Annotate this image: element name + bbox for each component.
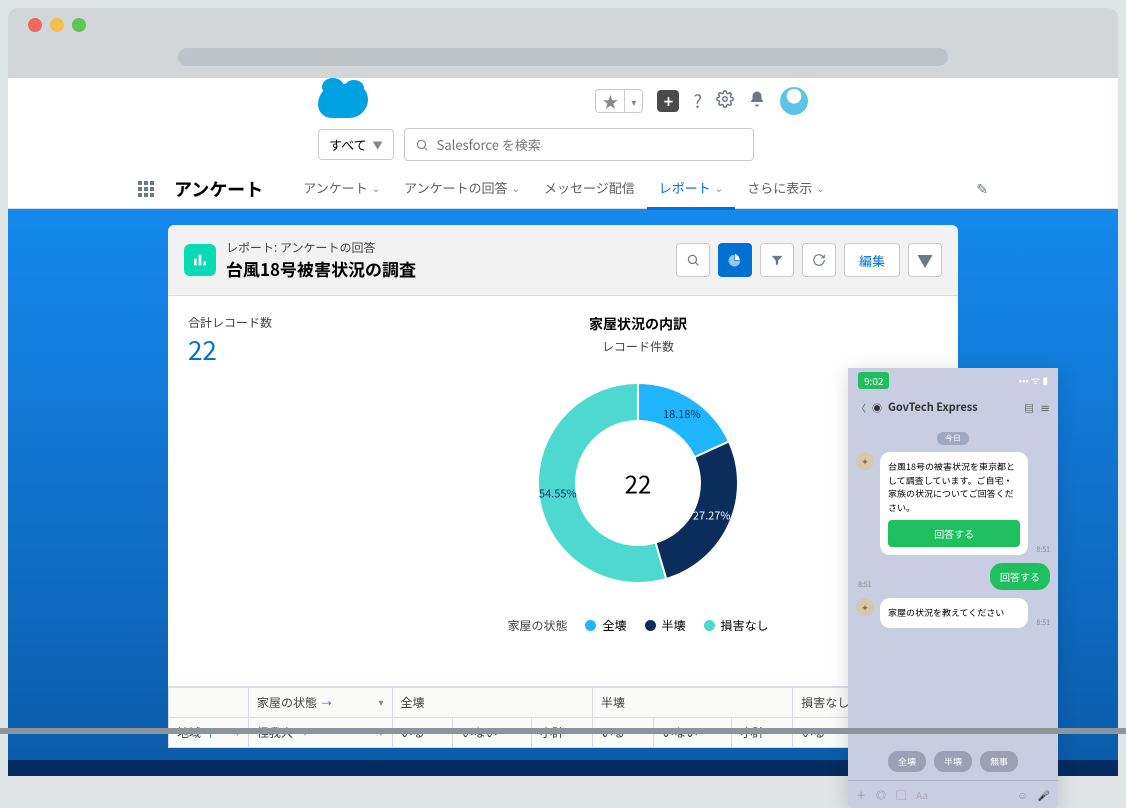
summary-block: 合計レコード数 22 (188, 314, 308, 368)
search-scope-select[interactable]: すべて▼ (318, 129, 394, 160)
nav-item-メッセージ配信[interactable]: メッセージ配信 (532, 168, 647, 210)
window-close-dot[interactable] (28, 18, 42, 32)
bot-avatar: ✦ (856, 452, 874, 470)
data-table: 家屋の状態 →▾ 全壊 半壊 損害なし 地域 ↑▾ 怪我人 →▾ いるいない小計… (168, 686, 958, 748)
bot-message: 家屋の状況を教えてください (880, 598, 1028, 628)
back-icon[interactable]: 〈 (856, 400, 866, 415)
mic-icon[interactable]: 🎤 (1038, 787, 1050, 802)
add-button[interactable]: + (657, 90, 679, 112)
phone-preview: 9:02 ••• ᯤ ▮ 〈 ◉ GovTech Express ▤ ≡ 今日 … (848, 368, 1058, 808)
chart-title: 家屋状況の内訳 (338, 314, 938, 334)
favorite-dropdown[interactable]: ★ ▾ (595, 89, 643, 113)
emoji-icon[interactable]: ☺ (1017, 787, 1027, 802)
nav-item-アンケートの回答[interactable]: アンケートの回答 ⌄ (392, 168, 532, 210)
bot-avatar: ✦ (856, 598, 874, 616)
report-subtitle: レポート: アンケートの回答 (226, 239, 676, 256)
summary-value: 22 (188, 331, 308, 368)
object-nav: アンケート アンケート ⌄アンケートの回答 ⌄メッセージ配信レポート ⌄さらに表… (8, 169, 1118, 209)
window-max-dot[interactable] (72, 18, 86, 32)
summary-label: 合計レコード数 (188, 314, 308, 331)
search-row: すべて▼ (8, 124, 1118, 169)
nav-item-アンケート[interactable]: アンケート ⌄ (291, 168, 392, 210)
report-card: レポート: アンケートの回答 台風18号被害状況の調査 編集 ▼ 合計レコード数… (168, 225, 958, 748)
plus-icon[interactable]: ＋ (856, 787, 866, 802)
phone-status-bar: 9:02 ••• ᯤ ▮ (848, 368, 1058, 393)
phone-chat-header: 〈 ◉ GovTech Express ▤ ≡ (848, 393, 1058, 421)
menu-icon[interactable]: ≡ (1040, 400, 1050, 415)
report-title: 台風18号被害状況の調査 (226, 256, 676, 281)
search-input[interactable] (437, 135, 743, 154)
app-frame: ★ ▾ + ? すべて▼ アンケート アンケート ⌄アンケートの回答 ⌄メッセー… (8, 78, 1118, 760)
refresh-button[interactable] (802, 243, 836, 277)
shield-icon: ◉ (872, 400, 882, 415)
filter-button[interactable] (760, 243, 794, 277)
user-message: 回答する (990, 563, 1050, 590)
help-icon[interactable]: ? (693, 88, 702, 114)
legend-item: 損害なし (704, 617, 769, 634)
reply-chip[interactable]: 全壊 (888, 751, 926, 772)
gear-icon[interactable] (716, 88, 734, 114)
notes-icon[interactable]: ▤ (1024, 400, 1034, 415)
star-icon: ★ (596, 90, 625, 112)
global-search[interactable] (404, 128, 754, 161)
camera-icon[interactable]: ◎ (876, 787, 886, 802)
user-avatar[interactable] (780, 87, 808, 115)
edit-nav-icon[interactable]: ✎ (976, 179, 988, 199)
url-bar[interactable] (178, 48, 948, 66)
more-actions-button[interactable]: ▼ (908, 243, 942, 277)
nav-item-レポート[interactable]: レポート ⌄ (647, 168, 735, 210)
donut-center-value: 22 (625, 466, 652, 501)
search-button[interactable] (676, 243, 710, 277)
report-icon (184, 244, 216, 276)
bell-icon[interactable] (748, 88, 766, 114)
image-icon[interactable]: ▢ (896, 787, 906, 802)
nav-item-さらに表示[interactable]: さらに表示 ⌄ (735, 168, 836, 210)
svg-text:27.27%: 27.27% (693, 508, 731, 524)
legend-item: 半壊 (645, 617, 686, 634)
donut-chart: 18.18% 27.27% 54.55% 22 (518, 363, 758, 603)
bot-message: 台風18号の被害状況を東京都として調査しています。ご自宅・家族の状況についてご回… (880, 452, 1028, 555)
salesforce-logo[interactable] (318, 84, 368, 118)
phone-input-bar: ＋ ◎ ▢ Aa ☺ 🎤 (848, 780, 1058, 808)
reply-chip[interactable]: 半壊 (934, 751, 972, 772)
reply-chip[interactable]: 無事 (980, 751, 1018, 772)
edit-button[interactable]: 編集 (844, 243, 900, 277)
report-header: レポート: アンケートの回答 台風18号被害状況の調査 編集 ▼ (168, 225, 958, 296)
svg-text:54.55%: 54.55% (539, 486, 577, 502)
answer-button[interactable]: 回答する (888, 520, 1020, 547)
svg-text:18.18%: 18.18% (663, 406, 701, 422)
app-name: アンケート (174, 176, 263, 202)
chart-toggle-button[interactable] (718, 243, 752, 277)
app-launcher-icon[interactable] (138, 181, 154, 197)
global-header: ★ ▾ + ? (8, 78, 1118, 124)
window-min-dot[interactable] (50, 18, 64, 32)
chart-subtitle: レコード件数 (338, 338, 938, 355)
message-input[interactable]: Aa (916, 787, 1007, 802)
browser-chrome (8, 8, 1118, 78)
legend-item: 全壊 (585, 617, 626, 634)
chevron-down-icon: ▾ (625, 90, 642, 112)
search-icon (415, 138, 429, 152)
